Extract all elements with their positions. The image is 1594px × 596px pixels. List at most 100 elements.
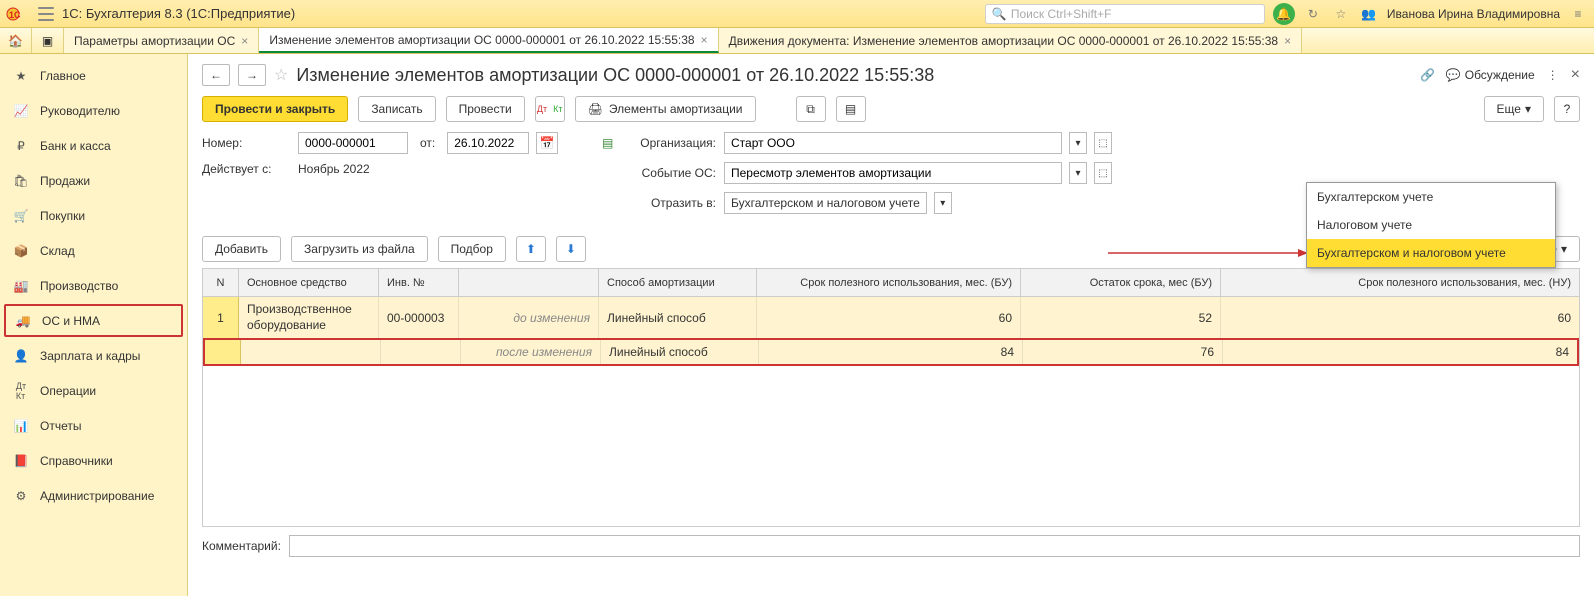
grid-header: N Основное средство Инв. № Способ аморти… [203,269,1579,297]
settings-icon[interactable]: ≡ [1568,4,1588,24]
col-method[interactable]: Способ амортизации [599,269,757,296]
title-bar: 1С 1С: Бухгалтерия 8.3 (1С:Предприятие) … [0,0,1594,28]
dropdown-button[interactable]: ▾ [1069,162,1087,184]
print-icon: 🖨 [588,102,603,116]
tab-movements[interactable]: Движения документа: Изменение элементов … [719,28,1303,53]
reflect-select[interactable]: Бухгалтерском и налоговом учете [724,192,927,214]
bars-icon: 📊 [12,419,30,433]
from-label: от: [420,136,435,150]
close-icon[interactable]: × [701,33,708,47]
sidebar-item-main[interactable]: ★Главное [0,58,187,93]
calendar-button[interactable]: 📅 [536,132,558,154]
date-input[interactable] [447,132,529,154]
sidebar-item-reports[interactable]: 📊Отчеты [0,408,187,443]
grid-body: 1 Производственное оборудование 00-00000… [203,297,1579,526]
write-button[interactable]: Записать [358,96,435,122]
structure-button[interactable]: ⧉ [796,96,826,122]
open-button[interactable]: ⬚ [1094,162,1112,184]
event-label: Событие ОС: [628,166,716,180]
toolbar: Провести и закрыть Записать Провести ДтК… [202,96,1580,122]
sidebar-item-os-nma[interactable]: 🚚ОС и НМА [4,304,183,337]
table-row-before[interactable]: 1 Производственное оборудование 00-00000… [203,297,1579,338]
comment-label: Комментарий: [202,539,281,553]
dropdown-button[interactable]: ▾ [1069,132,1087,154]
star-icon[interactable]: ☆ [1331,4,1351,24]
home-tab[interactable]: 🏠 [0,28,32,53]
col-inv[interactable]: Инв. № [379,269,459,296]
col-bu[interactable]: Срок полезного использования, мес. (БУ) [757,269,1021,296]
tab-bar: 🏠 ▣ Параметры амортизации ОС× Изменение … [0,28,1594,54]
org-label: Организация: [628,136,716,150]
sidebar-item-production[interactable]: 🏭Производство [0,268,187,303]
user-name[interactable]: Иванова Ирина Владимировна [1387,7,1560,21]
gear-icon: ⚙ [12,489,30,503]
col-nu[interactable]: Срок полезного использования, мес. (НУ) [1221,269,1579,296]
event-input[interactable] [724,162,1062,184]
table-row-after[interactable]: после изменения Линейный способ 84 76 84 [203,338,1579,366]
windows-tab[interactable]: ▣ [32,28,64,53]
cart-icon: 🛍 [12,174,30,188]
sidebar-item-admin[interactable]: ⚙Администрирование [0,478,187,513]
org-input[interactable] [724,132,1062,154]
help-button[interactable]: ? [1554,96,1580,122]
col-n[interactable]: N [203,269,239,296]
post-mark-icon: ▤ [602,136,620,150]
chat-icon: 💬 [1446,68,1461,82]
back-button[interactable]: ← [202,64,230,86]
list-button[interactable]: ▤ [836,96,866,122]
open-button[interactable]: ⬚ [1094,132,1112,154]
add-button[interactable]: Добавить [202,236,281,262]
move-up-button[interactable]: ⬆ [516,236,546,262]
favorite-icon[interactable]: ☆ [274,65,288,85]
close-button[interactable]: × [1571,66,1580,84]
popup-option-nu[interactable]: Налоговом учете [1307,211,1555,239]
menu-icon[interactable] [38,7,54,21]
main-area: ← → ☆ Изменение элементов амортизации ОС… [188,54,1594,596]
chevron-down-icon: ▾ [1525,102,1531,116]
col-rem[interactable]: Остаток срока, мес (БУ) [1021,269,1221,296]
users-icon[interactable]: 👥 [1359,4,1379,24]
book-icon: 📕 [12,454,30,468]
more-button[interactable]: Еще ▾ [1484,96,1544,122]
tab-params[interactable]: Параметры амортизации ОС× [64,28,259,53]
sidebar-item-stock[interactable]: 📦Склад [0,233,187,268]
logo-1c: 1С [6,5,30,23]
sidebar-item-sales[interactable]: 🛍Продажи [0,163,187,198]
pick-button[interactable]: Подбор [438,236,506,262]
dtkt-button[interactable]: ДтКт [535,96,565,122]
basket-icon: 🛒 [12,209,30,223]
post-button[interactable]: Провести [446,96,525,122]
col-os[interactable]: Основное средство [239,269,379,296]
load-button[interactable]: Загрузить из файла [291,236,428,262]
discuss-button[interactable]: 💬Обсуждение [1446,68,1535,82]
history-icon[interactable]: ↻ [1303,4,1323,24]
sidebar-item-bank[interactable]: ₽Банк и касса [0,128,187,163]
number-input[interactable] [298,132,408,154]
move-down-button[interactable]: ⬇ [556,236,586,262]
tab-change[interactable]: Изменение элементов амортизации ОС 0000-… [259,28,718,53]
close-icon[interactable]: × [1284,34,1291,48]
reflect-dropdown-popup: Бухгалтерском учете Налоговом учете Бухг… [1306,182,1556,268]
more-icon[interactable]: ⋮ [1543,65,1563,85]
sidebar-item-purchases[interactable]: 🛒Покупки [0,198,187,233]
box-icon: 📦 [12,244,30,258]
sidebar-item-operations[interactable]: ДтКтОперации [0,373,187,408]
sidebar-item-manager[interactable]: 📈Руководителю [0,93,187,128]
search-input[interactable]: 🔍 Поиск Ctrl+Shift+F [985,4,1265,24]
dropdown-button[interactable]: ▾ [934,192,952,214]
sidebar-item-salary[interactable]: 👤Зарплата и кадры [0,338,187,373]
forward-button[interactable]: → [238,64,266,86]
popup-option-bunu[interactable]: Бухгалтерском и налоговом учете [1307,239,1555,267]
comment-row: Комментарий: [202,535,1580,557]
sidebar-item-catalogs[interactable]: 📕Справочники [0,443,187,478]
close-icon[interactable]: × [241,34,248,48]
popup-option-bu[interactable]: Бухгалтерском учете [1307,183,1555,211]
comment-input[interactable] [289,535,1580,557]
sidebar: ★Главное 📈Руководителю ₽Банк и касса 🛍Пр… [0,54,188,596]
bell-icon[interactable]: 🔔 [1273,3,1295,25]
annotation-arrow [1108,246,1308,248]
link-icon[interactable]: 🔗 [1418,65,1438,85]
page-header: ← → ☆ Изменение элементов амортизации ОС… [202,64,1580,86]
print-elements-button[interactable]: 🖨Элементы амортизации [575,96,756,122]
post-close-button[interactable]: Провести и закрыть [202,96,348,122]
